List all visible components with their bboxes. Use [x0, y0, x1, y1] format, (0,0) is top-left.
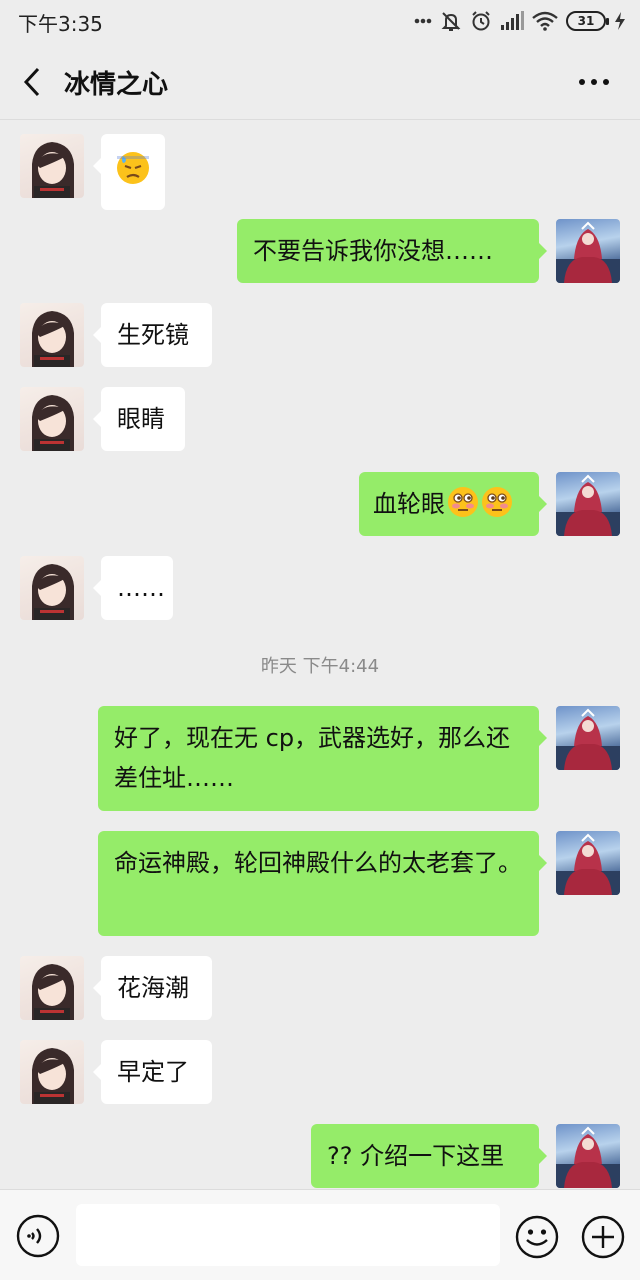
message-text: 生死镜	[117, 321, 189, 349]
more-notifications-icon	[414, 9, 432, 33]
message-bubble[interactable]: 好了，现在无 cp，武器选好，那么还差住址……	[98, 706, 547, 811]
message-text: 眼睛	[117, 405, 165, 433]
my-avatar[interactable]	[556, 706, 620, 770]
alarm-icon	[470, 9, 492, 33]
status-bar: 下午3:35 31	[0, 0, 640, 44]
message-text: 命运神殿，轮回神殿什么的太老套了。	[114, 849, 522, 877]
message-bubble[interactable]: ?? 介绍一下这里	[311, 1124, 547, 1188]
mute-bell-icon	[440, 9, 462, 33]
message-bubble[interactable]: 血轮眼	[359, 472, 547, 536]
chat-header: 冰情之心	[0, 44, 640, 120]
voice-icon	[16, 1214, 60, 1258]
message-bubble[interactable]	[93, 134, 165, 210]
message-input[interactable]	[76, 1204, 500, 1266]
downcast-sweat-emoji-icon	[117, 152, 149, 184]
contact-avatar[interactable]	[20, 956, 84, 1020]
my-avatar[interactable]	[556, 831, 620, 895]
input-bar	[0, 1189, 640, 1280]
battery-icon: 31	[566, 11, 609, 31]
contact-avatar[interactable]	[20, 556, 84, 620]
voice-input-button[interactable]	[16, 1214, 60, 1258]
message-text: 不要告诉我你没想……	[253, 237, 493, 265]
message-text: 早定了	[117, 1058, 189, 1086]
page-title: 冰情之心	[64, 70, 169, 100]
message-bubble[interactable]: 早定了	[93, 1040, 212, 1104]
message-text: 花海潮	[117, 974, 189, 1002]
message-text: 好了，现在无 cp，武器选好，那么还差住址……	[114, 724, 511, 792]
my-avatar[interactable]	[556, 472, 620, 536]
message-bubble[interactable]: 花海潮	[93, 956, 212, 1020]
signal-icon	[500, 9, 524, 33]
my-avatar[interactable]	[556, 1124, 620, 1188]
contact-avatar[interactable]	[20, 1040, 84, 1104]
message-bubble[interactable]: 眼睛	[93, 387, 185, 451]
my-avatar[interactable]	[556, 219, 620, 283]
chevron-left-icon	[23, 67, 40, 97]
plus-circle-icon	[581, 1215, 625, 1259]
more-dots-icon	[579, 79, 609, 85]
timestamp: 昨天 下午4:44	[260, 656, 380, 677]
back-button[interactable]	[14, 62, 50, 102]
emoji-button[interactable]	[514, 1214, 560, 1260]
flushed-emoji-icon	[482, 487, 512, 517]
message-text: ?? 介绍一下这里	[327, 1142, 505, 1170]
contact-avatar[interactable]	[20, 387, 84, 451]
message-text: 血轮眼	[373, 490, 445, 518]
smiley-face-icon	[515, 1215, 559, 1259]
wifi-icon	[532, 9, 558, 33]
message-bubble[interactable]: ……	[93, 556, 173, 620]
message-bubble[interactable]: 生死镜	[93, 303, 212, 367]
message-list[interactable]: 不要告诉我你没想…… 生死镜 眼睛 血轮眼 …… 昨天 下午4:44 好了，现在…	[0, 121, 640, 1189]
flushed-emoji-icon	[448, 487, 478, 517]
contact-avatar[interactable]	[20, 134, 84, 198]
status-icons: 31	[414, 8, 626, 34]
message-text: ……	[117, 574, 165, 602]
contact-avatar[interactable]	[20, 303, 84, 367]
status-time: 下午3:35	[18, 12, 103, 36]
more-options-button[interactable]	[570, 64, 618, 100]
message-bubble[interactable]: 命运神殿，轮回神殿什么的太老套了。	[98, 831, 547, 936]
more-actions-button[interactable]	[580, 1214, 626, 1260]
message-bubble[interactable]: 不要告诉我你没想……	[237, 219, 547, 283]
charging-icon	[614, 9, 626, 33]
